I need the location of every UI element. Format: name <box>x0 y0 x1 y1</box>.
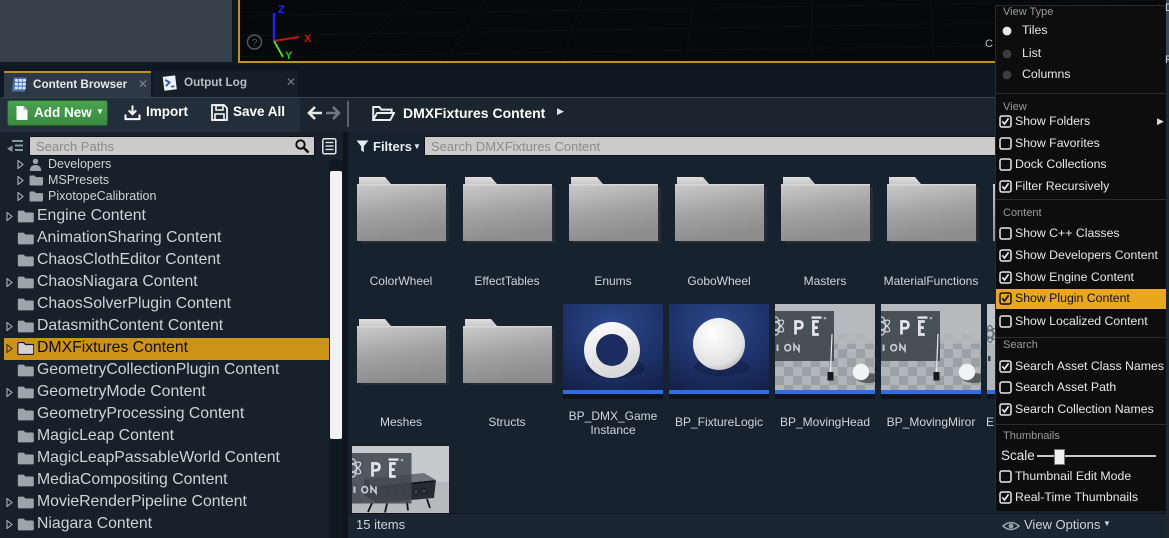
svg-text:X: X <box>304 33 312 45</box>
svg-text:?: ? <box>252 38 258 49</box>
svg-text:Y: Y <box>285 50 293 61</box>
svg-text:Z: Z <box>278 4 285 16</box>
